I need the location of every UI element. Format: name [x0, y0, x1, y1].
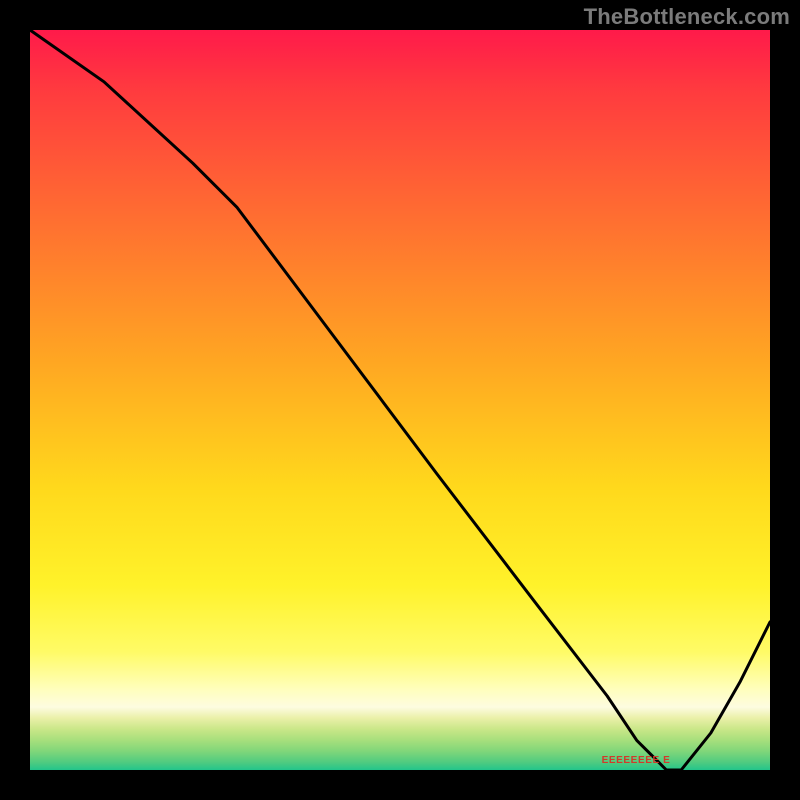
line-path — [30, 30, 770, 770]
watermark-text: TheBottleneck.com — [584, 4, 790, 30]
minimum-annotation: EEEEEEEE E — [602, 755, 671, 766]
series-line — [30, 30, 770, 770]
chart-frame: TheBottleneck.com EEEEEEEE E — [0, 0, 800, 800]
plot-area: EEEEEEEE E — [30, 30, 770, 770]
